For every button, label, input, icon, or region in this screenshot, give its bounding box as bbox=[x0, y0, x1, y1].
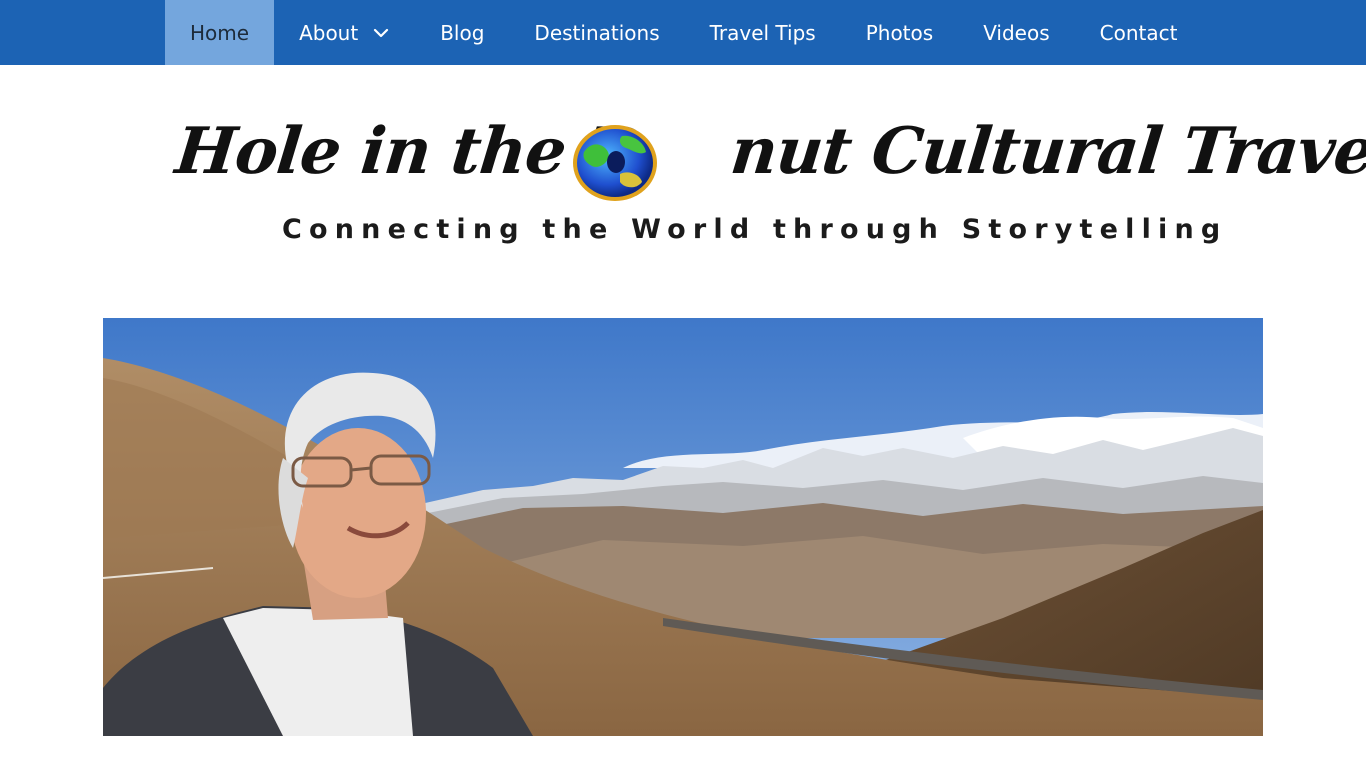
nav-item-about[interactable]: About bbox=[274, 0, 415, 65]
nav-item-destinations[interactable]: Destinations bbox=[509, 0, 684, 65]
logo-title-part2: nut Cultural Travel bbox=[727, 114, 1366, 189]
logo-tagline: Connecting the World through Storytellin… bbox=[282, 214, 1228, 245]
nav-item-photos[interactable]: Photos bbox=[841, 0, 958, 65]
hero-photo bbox=[103, 318, 1263, 736]
nav-label: Photos bbox=[865, 20, 934, 45]
site-logo[interactable]: Hole in the Dnut Cultural Travel Connect… bbox=[170, 108, 1366, 258]
nav-label: Home bbox=[190, 20, 250, 45]
chevron-down-icon bbox=[374, 28, 389, 37]
nav-label: Destinations bbox=[534, 20, 660, 45]
top-navigation-bar: Home About Blog Destinations Travel Tips… bbox=[0, 0, 1366, 65]
main-menu: Home About Blog Destinations Travel Tips… bbox=[165, 0, 1202, 65]
nav-item-contact[interactable]: Contact bbox=[1075, 0, 1203, 65]
nav-label: Blog bbox=[440, 20, 485, 45]
nav-item-travel-tips[interactable]: Travel Tips bbox=[685, 0, 841, 65]
nav-label: Contact bbox=[1099, 20, 1178, 45]
nav-label: Travel Tips bbox=[709, 20, 816, 45]
nav-item-home[interactable]: Home bbox=[165, 0, 275, 65]
nav-item-blog[interactable]: Blog bbox=[415, 0, 509, 65]
nav-label: About bbox=[299, 20, 359, 45]
nav-item-videos[interactable]: Videos bbox=[958, 0, 1074, 65]
globe-donut-icon bbox=[573, 125, 657, 201]
hero-image bbox=[103, 318, 1263, 736]
logo-title: Hole in the Dnut Cultural Travel bbox=[172, 114, 1366, 189]
nav-label: Videos bbox=[983, 20, 1050, 45]
